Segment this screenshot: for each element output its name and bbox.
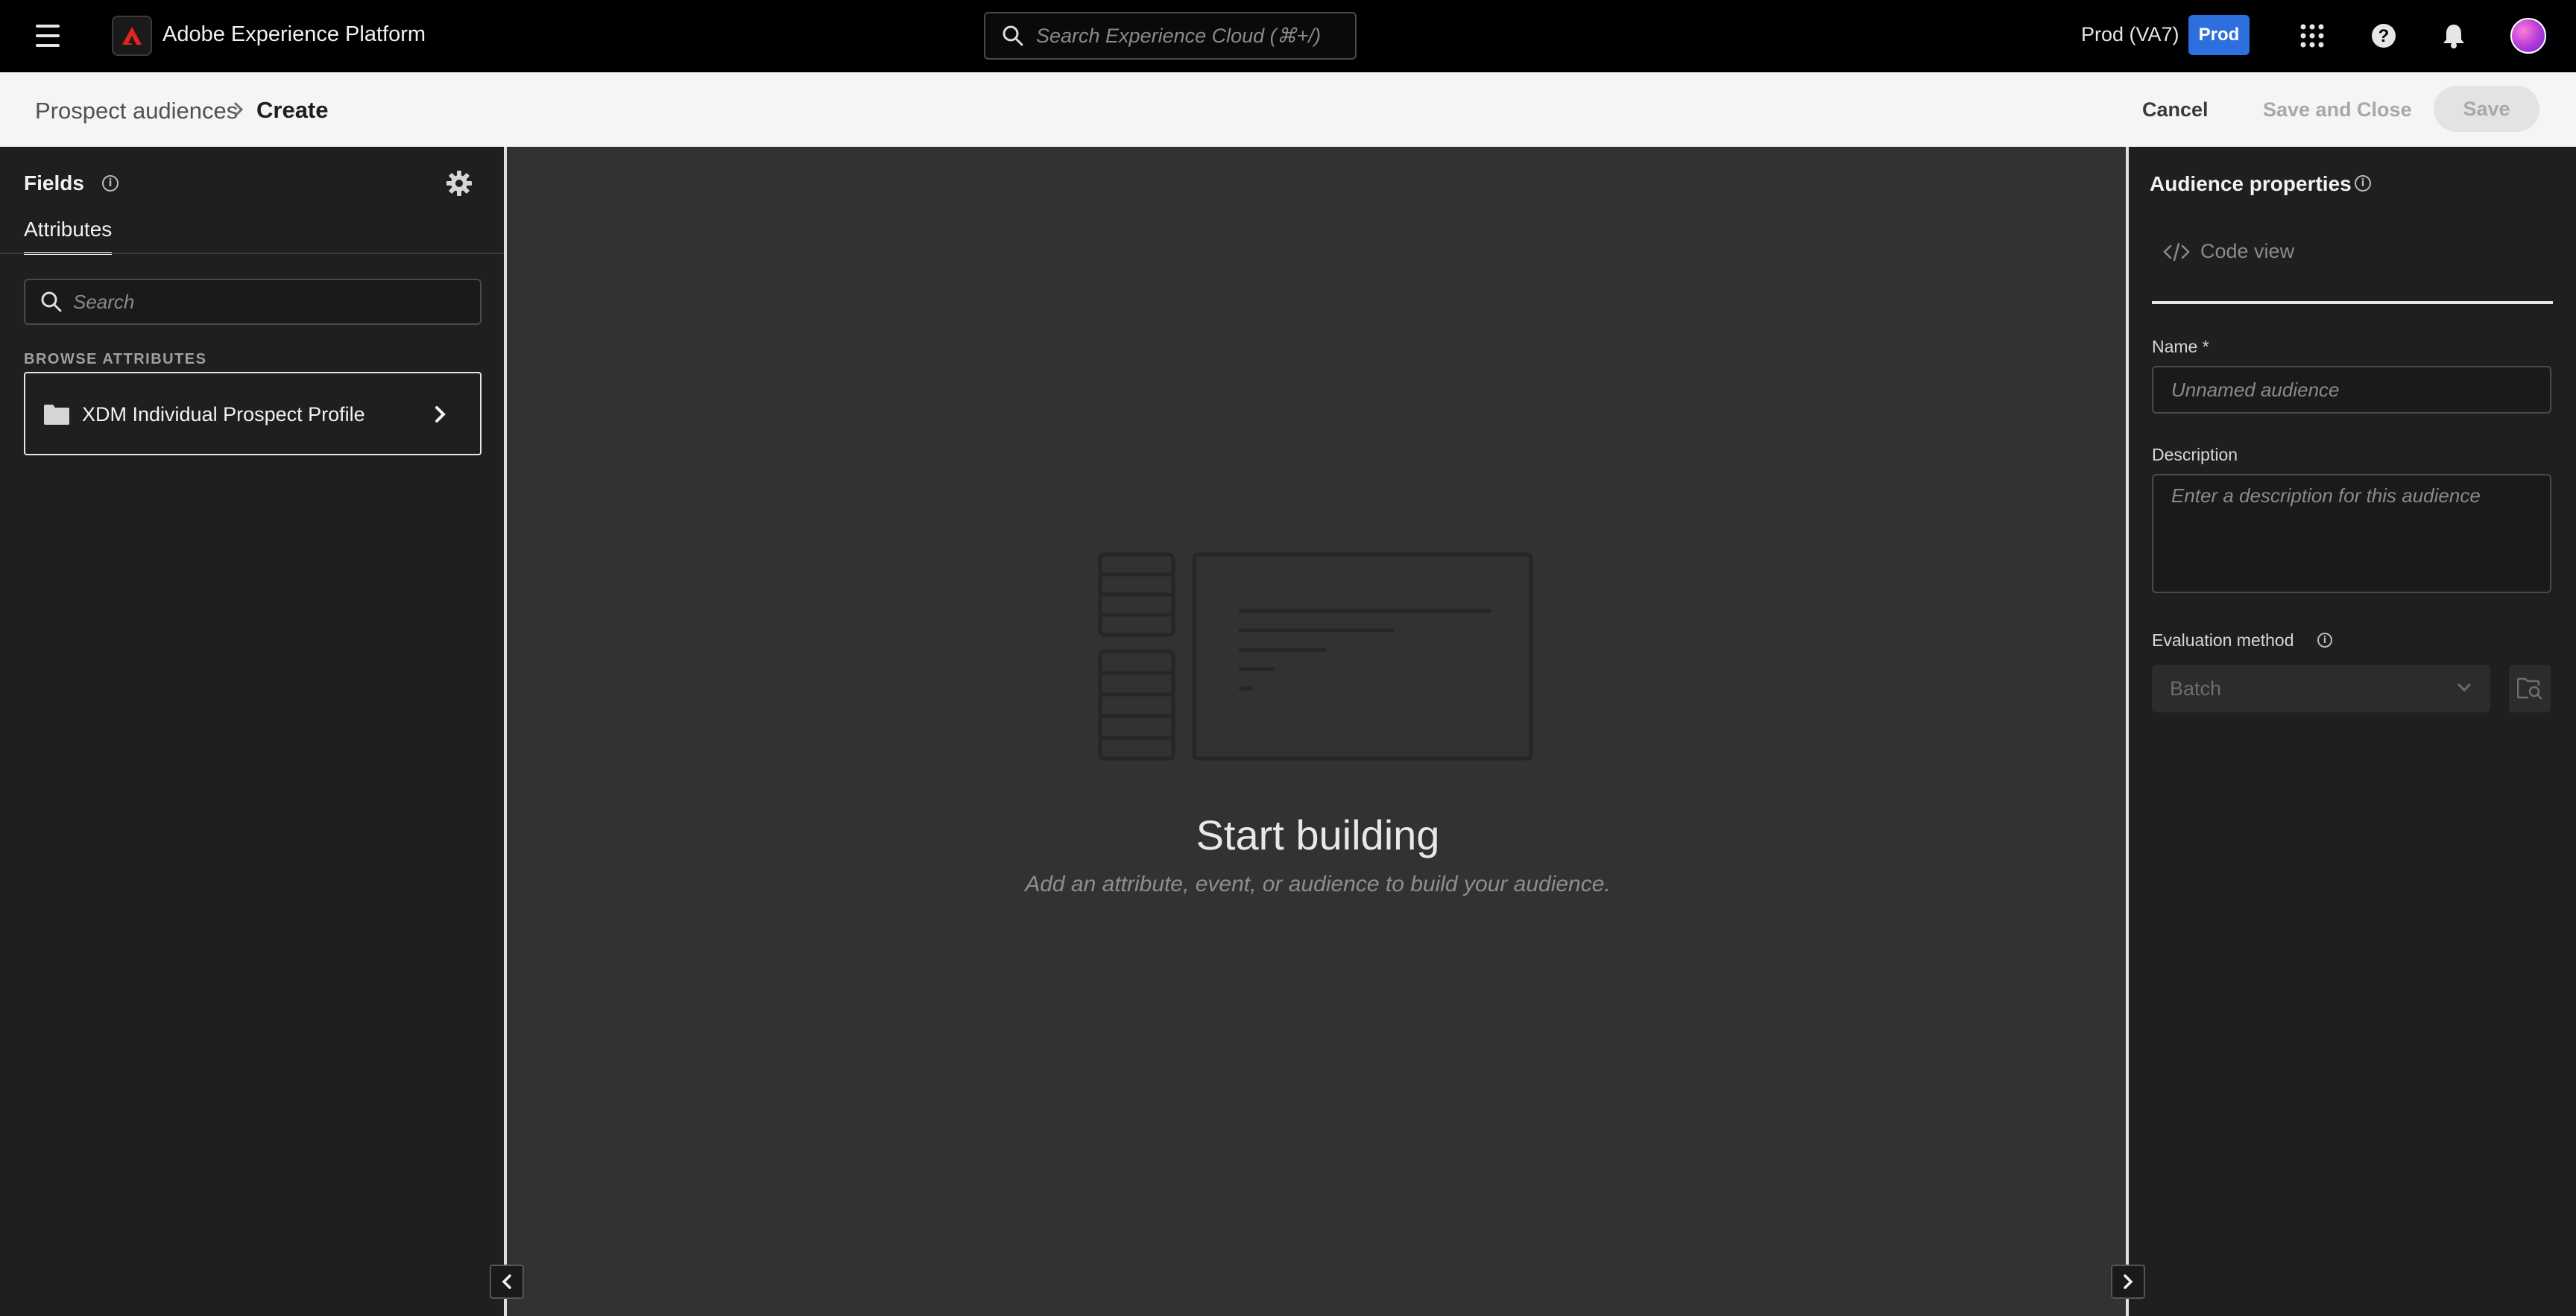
chevron-right-icon bbox=[2124, 1274, 2133, 1289]
evaluation-method-label: Evaluation method bbox=[2152, 630, 2294, 650]
chevron-right-icon bbox=[435, 406, 446, 423]
app-title[interactable]: Adobe Experience Platform bbox=[162, 22, 426, 47]
chevron-left-icon bbox=[502, 1274, 511, 1289]
name-field[interactable] bbox=[2152, 366, 2551, 414]
search-icon bbox=[41, 291, 62, 312]
description-label: Description bbox=[2152, 445, 2238, 464]
breadcrumb-current: Create bbox=[256, 97, 329, 123]
menu-icon[interactable] bbox=[36, 25, 60, 47]
save-and-close-button[interactable]: Save and Close bbox=[2251, 89, 2424, 130]
tab-attributes[interactable]: Attributes bbox=[24, 218, 113, 255]
search-icon bbox=[1003, 25, 1023, 46]
info-icon[interactable]: i bbox=[2355, 175, 2371, 192]
collapse-left-panel-button[interactable] bbox=[490, 1265, 524, 1299]
sandbox-badge[interactable]: Prod bbox=[2188, 15, 2250, 55]
help-icon[interactable]: ? bbox=[2367, 19, 2400, 52]
notifications-bell-icon[interactable] bbox=[2437, 19, 2470, 52]
code-view-label: Code view bbox=[2200, 240, 2295, 262]
fields-search-field[interactable] bbox=[24, 279, 482, 325]
chevron-down-icon bbox=[2457, 683, 2471, 692]
info-icon[interactable]: i bbox=[102, 175, 119, 192]
evaluation-preview-button[interactable] bbox=[2509, 665, 2551, 712]
evaluation-method-select[interactable]: Batch bbox=[2152, 665, 2490, 712]
tabs-divider bbox=[0, 253, 504, 254]
sandbox-name[interactable]: Prod (VA7) bbox=[2081, 23, 2179, 46]
save-button[interactable]: Save bbox=[2434, 86, 2539, 132]
browse-attributes-heading: BROWSE ATTRIBUTES bbox=[24, 351, 207, 367]
folder-icon bbox=[44, 405, 69, 425]
empty-state-illustration-icon bbox=[1098, 552, 1533, 761]
audience-properties-panel bbox=[2126, 147, 2576, 1316]
name-label: Name * bbox=[2152, 337, 2209, 356]
global-search-input[interactable] bbox=[1036, 24, 1355, 48]
code-icon bbox=[2163, 242, 2190, 261]
properties-panel-title: Audience properties bbox=[2150, 172, 2352, 195]
global-top-bar: Adobe Experience Platform Prod (VA7) Pro… bbox=[0, 0, 2576, 72]
evaluation-method-value: Batch bbox=[2170, 677, 2222, 700]
code-view-underline bbox=[2152, 301, 2553, 304]
svg-text:?: ? bbox=[2378, 26, 2390, 46]
description-field[interactable] bbox=[2152, 474, 2551, 593]
fields-panel-title: Fields bbox=[24, 171, 84, 194]
gear-icon[interactable] bbox=[446, 170, 473, 197]
user-avatar[interactable] bbox=[2510, 18, 2546, 54]
fields-search-input[interactable] bbox=[73, 290, 480, 314]
chevron-right-icon bbox=[233, 101, 244, 118]
collapse-right-panel-button[interactable] bbox=[2111, 1265, 2145, 1299]
info-icon[interactable]: i bbox=[2317, 633, 2332, 648]
global-search-field[interactable] bbox=[984, 12, 1357, 60]
cancel-button[interactable]: Cancel bbox=[2132, 89, 2219, 130]
breadcrumb-parent[interactable]: Prospect audiences bbox=[35, 98, 238, 124]
list-item-label: XDM Individual Prospect Profile bbox=[82, 403, 365, 426]
adobe-logo-icon[interactable] bbox=[112, 16, 152, 56]
xdm-individual-prospect-profile-item[interactable]: XDM Individual Prospect Profile bbox=[24, 372, 482, 455]
folder-search-icon bbox=[2517, 677, 2542, 700]
apps-grid-icon[interactable] bbox=[2296, 19, 2329, 52]
code-view-button[interactable]: Code view bbox=[2163, 240, 2294, 263]
